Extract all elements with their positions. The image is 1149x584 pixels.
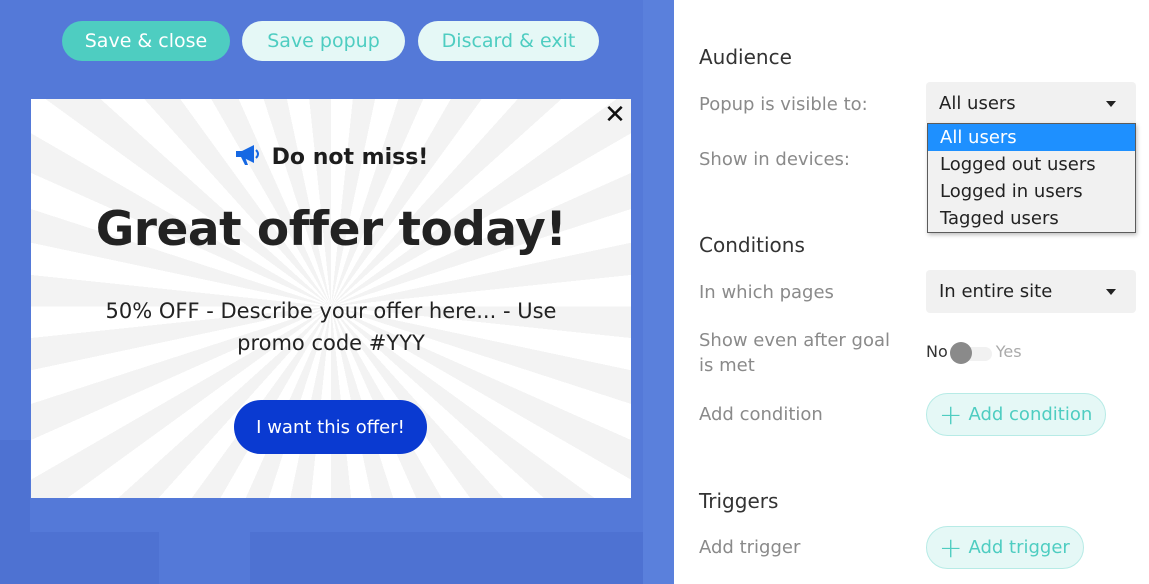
add-trigger-button[interactable]: + Add trigger — [926, 526, 1084, 569]
option-tagged-users[interactable]: Tagged users — [928, 205, 1135, 232]
add-trigger-button-label: Add trigger — [968, 537, 1070, 558]
visible-to-label: Popup is visible to: — [699, 94, 868, 115]
pages-select[interactable]: In entire site — [926, 270, 1136, 313]
popup-description: 50% OFF - Describe your offer here... - … — [105, 299, 557, 355]
save-popup-button[interactable]: Save popup — [242, 21, 405, 61]
add-condition-label: Add condition — [699, 404, 823, 425]
add-condition-button-label: Add condition — [968, 404, 1093, 425]
add-trigger-label: Add trigger — [699, 537, 801, 558]
discard-exit-button[interactable]: Discard & exit — [418, 21, 599, 61]
pages-value: In entire site — [939, 281, 1053, 302]
offer-cta-button[interactable]: I want this offer! — [234, 400, 427, 454]
popup-title: Great offer today! — [95, 202, 567, 257]
save-close-button[interactable]: Save & close — [62, 21, 230, 61]
visible-to-dropdown[interactable]: All users Logged out users Logged in use… — [927, 123, 1136, 233]
option-logged-out-users[interactable]: Logged out users — [928, 151, 1135, 178]
goal-toggle-group: No Yes — [926, 341, 1022, 364]
goal-toggle[interactable] — [949, 341, 994, 364]
audience-title: Audience — [699, 45, 792, 69]
triggers-title: Triggers — [699, 489, 779, 513]
option-logged-in-users[interactable]: Logged in users — [928, 178, 1135, 205]
background-block — [250, 532, 643, 584]
popup-preview[interactable]: ✕ Do not miss! Great offer today! 50% OF… — [31, 99, 631, 498]
caret-down-icon — [1106, 289, 1116, 295]
editor-canvas: Save & close Save popup Discard & exit ✕… — [0, 0, 674, 584]
background-block — [643, 0, 674, 584]
add-condition-button[interactable]: + Add condition — [926, 393, 1107, 436]
option-all-users[interactable]: All users — [928, 124, 1135, 151]
visible-to-select[interactable]: All users — [926, 82, 1136, 125]
visible-to-value: All users — [939, 93, 1016, 114]
popup-eyebrow-text: Do not miss! — [271, 145, 429, 170]
caret-down-icon — [1106, 101, 1116, 107]
background-block — [0, 532, 159, 584]
devices-label: Show in devices: — [699, 149, 850, 170]
plus-icon: + — [939, 397, 963, 431]
toggle-knob — [949, 341, 972, 364]
pages-label: In which pages — [699, 282, 834, 303]
close-icon[interactable]: ✕ — [603, 102, 627, 128]
conditions-title: Conditions — [699, 233, 805, 257]
goal-label: Show even after goal is met — [699, 330, 890, 376]
popup-eyebrow: Do not miss! — [31, 143, 631, 172]
toggle-no-label: No — [926, 342, 948, 361]
plus-icon: + — [939, 530, 963, 564]
settings-panel: Audience Popup is visible to: All users … — [674, 0, 1149, 584]
toggle-yes-label: Yes — [995, 342, 1022, 361]
megaphone-icon — [234, 143, 262, 172]
